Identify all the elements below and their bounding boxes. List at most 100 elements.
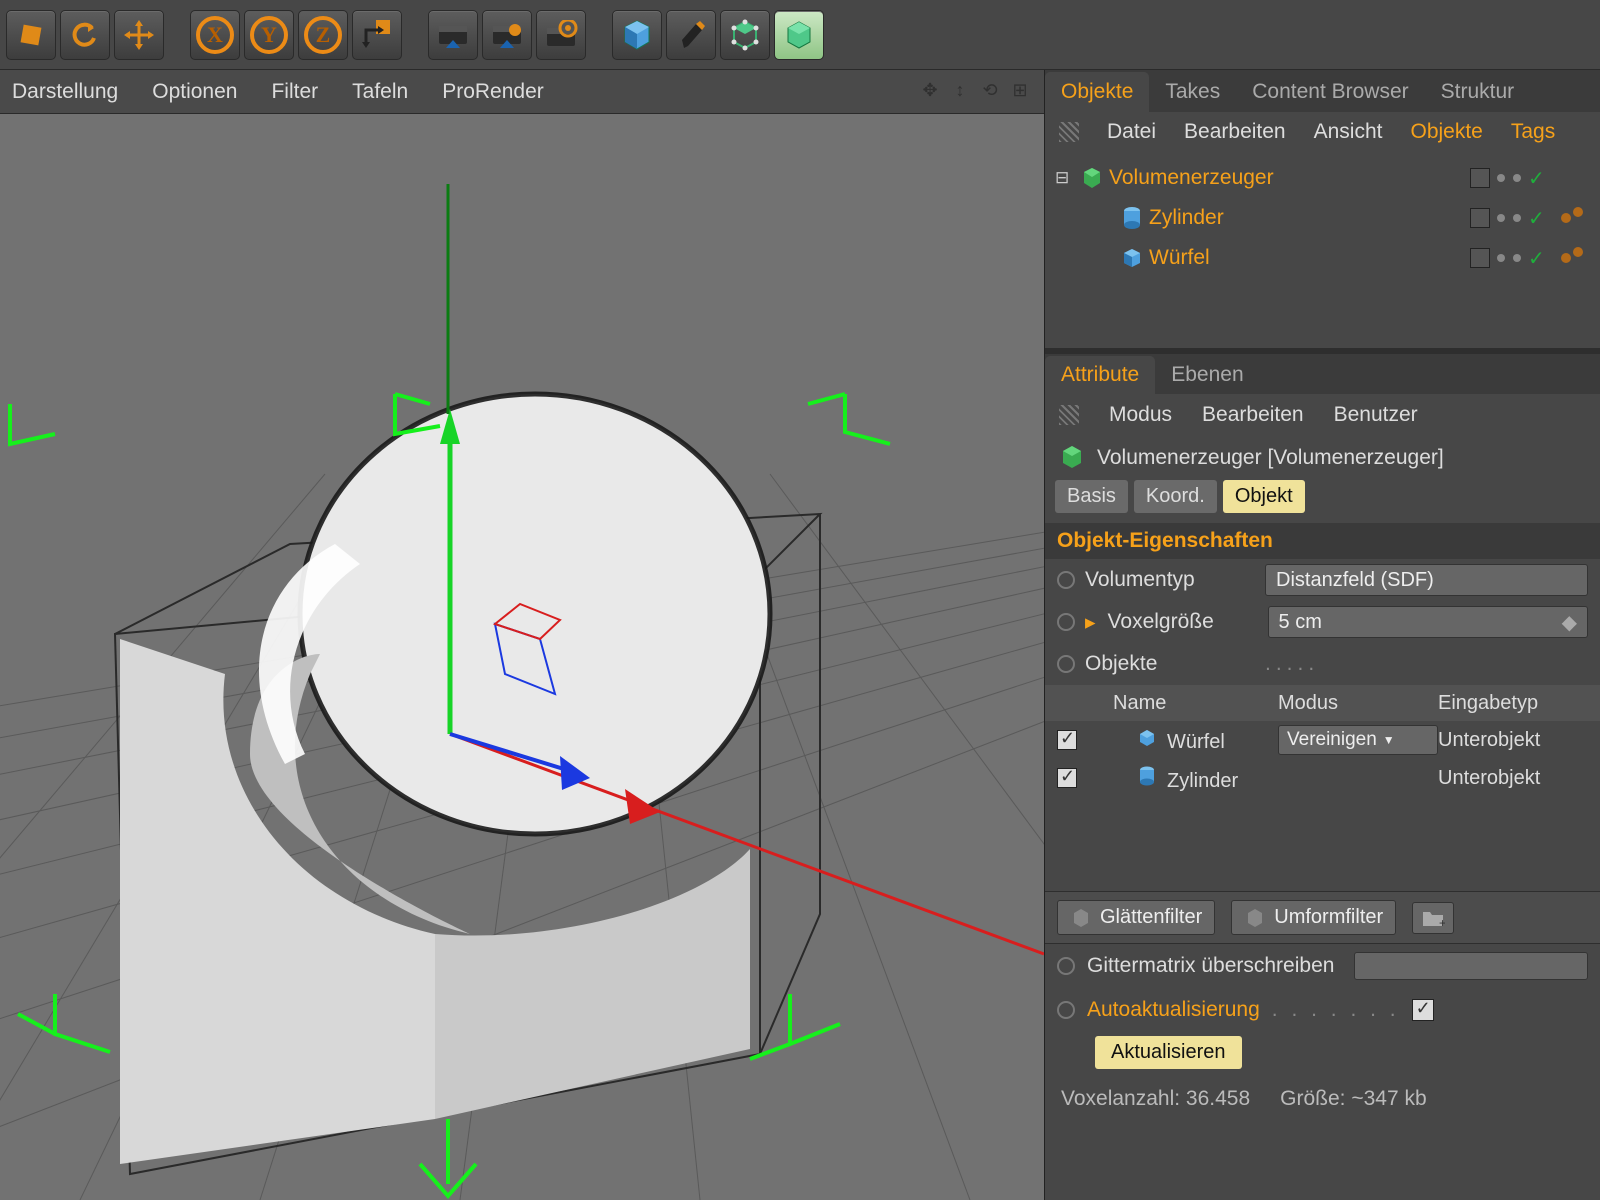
folder-add-button[interactable]: +	[1412, 902, 1454, 934]
anim-bullet[interactable]	[1057, 655, 1075, 673]
view-menu-darstellung[interactable]: Darstellung	[12, 80, 118, 104]
object-manager-menu: Datei Bearbeiten Ansicht Objekte Tags	[1045, 112, 1600, 152]
attrtab-koord[interactable]: Koord.	[1134, 480, 1217, 513]
status-size: Größe: ~347 kb	[1280, 1087, 1427, 1111]
glaettenfilter-button[interactable]: Glättenfilter	[1057, 900, 1215, 935]
object-tree: ⊟ Volumenerzeuger ✓ Zylinder ✓ Würfel ✓	[1045, 152, 1600, 292]
volumentyp-dropdown[interactable]: Distanzfeld (SDF)	[1265, 564, 1588, 596]
viewport-3d[interactable]	[0, 114, 1044, 1200]
om-menu-ansicht[interactable]: Ansicht	[1314, 120, 1383, 144]
attribute-header: Volumenerzeuger [Volumenerzeuger]	[1045, 436, 1600, 480]
status-voxel: Voxelanzahl: 36.458	[1061, 1087, 1250, 1111]
status-bar: Voxelanzahl: 36.458 Größe: ~347 kb	[1045, 1077, 1600, 1121]
om-menu-objekte[interactable]: Objekte	[1410, 120, 1482, 144]
tab-objekte[interactable]: Objekte	[1045, 72, 1149, 112]
view-maximize-icon[interactable]: ⊞	[1008, 80, 1032, 104]
om-menu-bearbeiten[interactable]: Bearbeiten	[1184, 120, 1286, 144]
tree-label: Volumenerzeuger	[1105, 166, 1470, 190]
prop-label: Volumentyp	[1085, 568, 1255, 592]
render-view-button[interactable]	[428, 10, 478, 60]
layer-toggle[interactable]	[1470, 208, 1490, 228]
anim-bullet[interactable]	[1057, 571, 1075, 589]
tree-row-volumenerzeuger[interactable]: ⊟ Volumenerzeuger ✓	[1055, 158, 1590, 198]
prop-label: Autoaktualisierung	[1087, 998, 1260, 1022]
axis-y-button[interactable]: Y	[244, 10, 294, 60]
tree-row-wuerfel[interactable]: Würfel ✓	[1055, 238, 1590, 278]
cube-icon	[1135, 726, 1159, 750]
view-menu-tafeln[interactable]: Tafeln	[352, 80, 408, 104]
tab-attribute[interactable]: Attribute	[1045, 356, 1155, 394]
tab-struktur[interactable]: Struktur	[1425, 72, 1531, 112]
anim-bullet[interactable]	[1057, 613, 1075, 631]
volume-icon	[1059, 444, 1087, 472]
col-modus: Modus	[1278, 692, 1438, 715]
attribute-tabs: Attribute Ebenen	[1045, 354, 1600, 394]
col-eingabetyp: Eingabetyp	[1438, 692, 1588, 715]
attrtab-basis[interactable]: Basis	[1055, 480, 1128, 513]
render-picture-button[interactable]	[482, 10, 532, 60]
table-row[interactable]: Würfel Vereinigen▼ Unterobjekt	[1045, 721, 1600, 759]
row-type: Unterobjekt	[1438, 729, 1588, 752]
prop-gittermatrix: Gittermatrix überschreiben	[1045, 944, 1600, 988]
axis-x-button[interactable]: X	[190, 10, 240, 60]
undo-button[interactable]	[60, 10, 110, 60]
om-menu-datei[interactable]: Datei	[1107, 120, 1156, 144]
tab-content-browser[interactable]: Content Browser	[1236, 72, 1424, 112]
view-menu-optionen[interactable]: Optionen	[152, 80, 237, 104]
grip-icon[interactable]	[1059, 122, 1079, 142]
layer-toggle[interactable]	[1470, 168, 1490, 188]
aktualisieren-button[interactable]: Aktualisieren	[1095, 1036, 1242, 1069]
prop-autoaktualisierung: Autoaktualisierung . . . . . . .	[1045, 988, 1600, 1032]
voxel-field[interactable]: 5 cm◆	[1268, 606, 1588, 638]
row-checkbox[interactable]	[1057, 768, 1077, 788]
prop-label: Voxelgröße	[1108, 610, 1258, 634]
primitive-cube-button[interactable]	[612, 10, 662, 60]
expand-arrow-icon[interactable]: ▸	[1085, 610, 1096, 635]
live-select-button[interactable]	[6, 10, 56, 60]
main-toolbar: X Y Z	[0, 0, 1600, 70]
axis-z-button[interactable]: Z	[298, 10, 348, 60]
am-menu-modus[interactable]: Modus	[1109, 403, 1172, 427]
move-button[interactable]	[114, 10, 164, 60]
view-move-icon[interactable]: ✥	[918, 80, 942, 104]
layer-toggle[interactable]	[1470, 248, 1490, 268]
expand-toggle[interactable]: ⊟	[1055, 168, 1079, 188]
tab-takes[interactable]: Takes	[1149, 72, 1236, 112]
svg-text:+: +	[1439, 916, 1445, 928]
volume-button[interactable]	[774, 10, 824, 60]
anim-bullet[interactable]	[1057, 1001, 1075, 1019]
tree-row-zylinder[interactable]: Zylinder ✓	[1055, 198, 1590, 238]
anim-bullet[interactable]	[1057, 957, 1075, 975]
subdivision-button[interactable]	[720, 10, 770, 60]
objects-table-header: Name Modus Eingabetyp	[1045, 685, 1600, 721]
view-menu-filter[interactable]: Filter	[271, 80, 318, 104]
view-zoom-icon[interactable]: ↕	[948, 80, 972, 104]
filter-bar: Glättenfilter Umformfilter +	[1045, 891, 1600, 944]
tab-ebenen[interactable]: Ebenen	[1155, 356, 1259, 394]
am-menu-bearbeiten[interactable]: Bearbeiten	[1202, 403, 1304, 427]
cylinder-icon	[1119, 205, 1145, 231]
object-manager-tabs: Objekte Takes Content Browser Struktur	[1045, 70, 1600, 112]
tree-label: Würfel	[1145, 246, 1470, 270]
attrtab-objekt[interactable]: Objekt	[1223, 480, 1305, 513]
view-menu-prorender[interactable]: ProRender	[442, 80, 544, 104]
am-menu-benutzer[interactable]: Benutzer	[1334, 403, 1418, 427]
prop-objekte: Objekte .....	[1045, 643, 1600, 685]
row-checkbox[interactable]	[1057, 730, 1077, 750]
coord-system-button[interactable]	[352, 10, 402, 60]
mode-dropdown[interactable]: Vereinigen▼	[1278, 725, 1438, 755]
umformfilter-button[interactable]: Umformfilter	[1231, 900, 1396, 935]
auto-checkbox[interactable]	[1412, 999, 1434, 1021]
volume-icon	[1079, 165, 1105, 191]
render-settings-button[interactable]	[536, 10, 586, 60]
section-header: Objekt-Eigenschaften	[1045, 523, 1600, 559]
table-row[interactable]: Zylinder Unterobjekt	[1045, 759, 1600, 797]
grip-icon[interactable]	[1059, 405, 1079, 425]
om-menu-tags[interactable]: Tags	[1511, 120, 1555, 144]
gitter-field[interactable]	[1354, 952, 1588, 980]
viewport-menu: Darstellung Optionen Filter Tafeln ProRe…	[0, 70, 1044, 114]
prop-label: Objekte	[1085, 652, 1255, 676]
pen-tool-button[interactable]	[666, 10, 716, 60]
attribute-subtabs: Basis Koord. Objekt	[1045, 480, 1600, 513]
view-rotate-icon[interactable]: ⟲	[978, 80, 1002, 104]
